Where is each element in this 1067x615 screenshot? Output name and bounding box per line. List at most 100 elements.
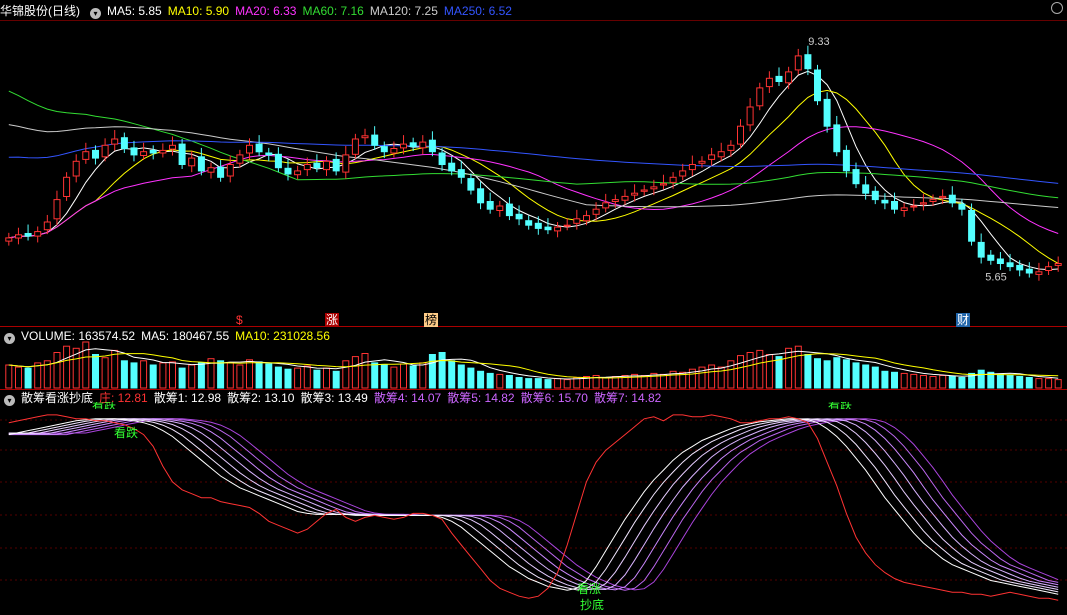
window-toggle-icon[interactable] [1051, 2, 1063, 14]
volume-bar [448, 360, 456, 389]
sanchou-line-3 [8, 418, 1059, 591]
volume-legend: ▾ VOLUME: 163574.52 MA5: 180467.55 MA10: 23… [0, 328, 336, 344]
volume-bar [82, 341, 90, 389]
candle-body [120, 137, 128, 150]
candle-body [871, 190, 879, 201]
candle-body [996, 258, 1004, 264]
price-low-label: 5.65 [985, 271, 1006, 283]
event-tag-bang[interactable]: 榜 [424, 313, 439, 327]
candle-body [274, 153, 282, 169]
volume-bar [939, 375, 947, 389]
volume-bar [862, 364, 870, 389]
ma-line-ma250 [8, 140, 1059, 184]
candle-body [72, 160, 80, 177]
stock-period: (日线) [48, 4, 81, 18]
volume-bar [159, 362, 167, 389]
candle-body [563, 224, 571, 227]
candle-body [554, 226, 562, 232]
candle-body [717, 151, 725, 158]
volume-bar [977, 369, 985, 389]
volume-bar [111, 349, 119, 389]
candle-body [303, 164, 311, 171]
volume-bar [477, 370, 485, 389]
volume-bar [1054, 379, 1062, 389]
sanchou-line-1 [8, 418, 1059, 595]
volume-settings-icon[interactable]: ▾ [4, 333, 15, 344]
volume-bar [34, 362, 42, 389]
volume-bar [15, 366, 22, 389]
ma-legend-item-2: MA20: 6.33 [235, 4, 297, 18]
event-tag-zhang[interactable]: 涨 [325, 313, 340, 327]
volume-bar [996, 373, 1004, 389]
volume-bar [515, 377, 523, 389]
volume-bar [294, 367, 302, 389]
candle-body [833, 124, 841, 153]
candle-body [650, 186, 658, 190]
volume-bar [178, 367, 186, 389]
candle-body [371, 134, 379, 146]
candle-body [419, 141, 427, 149]
ma-legend-item-4: MA120: 7.25 [369, 4, 438, 18]
volume-bar [1006, 375, 1014, 389]
candle-body [737, 125, 744, 145]
candle-body [948, 194, 956, 204]
candle-body [525, 220, 533, 226]
candles [5, 45, 1062, 281]
candle-body [149, 149, 157, 154]
volume-bar [823, 360, 831, 389]
candle-body [53, 199, 61, 220]
candle-body [169, 144, 176, 150]
volume-bar [958, 377, 966, 389]
volume-bar [226, 362, 234, 389]
event-tag-cai[interactable]: 财 [956, 313, 971, 327]
candle-body [660, 183, 667, 186]
signal-bottom-buy: 抄底 [580, 598, 605, 612]
indicator-settings-icon[interactable]: ▾ [4, 395, 15, 406]
candle-body [92, 149, 99, 159]
volume-bar [255, 361, 263, 389]
volume-bar [332, 370, 340, 389]
candle-body [217, 166, 225, 178]
candle-body [284, 167, 292, 175]
volume-bar [775, 356, 783, 389]
candle-body [727, 144, 735, 151]
candle-body [140, 151, 148, 156]
candle-body [111, 138, 119, 145]
indicator-legend-items: 庄: 12.81 散筹1: 12.98 散筹2: 13.10 散筹3: 13.49 散筹… [99, 391, 667, 405]
candle-body [477, 188, 485, 204]
ma-lines [8, 70, 1059, 271]
indicator-legend-item-6: 散筹6: 15.70 [520, 391, 588, 405]
candle-body [573, 218, 581, 224]
candle-body [900, 207, 908, 211]
volume-bar [554, 378, 562, 389]
volume-legend-item-0: VOLUME: 163574.52 [21, 329, 136, 343]
candle-body [842, 149, 850, 172]
event-tag-dollar[interactable]: $ [236, 313, 243, 327]
ma-line-ma20 [8, 126, 1059, 239]
volume-bar [313, 369, 321, 389]
candle-body [583, 215, 590, 222]
candle-body [814, 69, 821, 102]
volume-legend-item-1: MA5: 180467.55 [141, 329, 230, 343]
volume-bar [438, 352, 446, 389]
stock-name: 华锦股份 [0, 4, 49, 18]
candle-body [409, 142, 417, 148]
indicator-legend-item-4: 散筹4: 14.07 [373, 391, 442, 405]
sanchou-line-2 [8, 418, 1059, 593]
indicator-lines [8, 414, 1059, 601]
volume-bar [881, 370, 889, 389]
candle-body [351, 138, 359, 155]
candle-body [977, 241, 985, 258]
candle-body [101, 144, 109, 158]
candle-body [332, 158, 340, 172]
volume-bar [130, 362, 138, 389]
volume-bar [342, 360, 350, 389]
price-high-label: 9.33 [808, 36, 829, 48]
volume-bar [871, 366, 879, 389]
candle-body [457, 169, 465, 178]
kline-chart[interactable]: 9.33 5.65 [0, 0, 1067, 615]
signal-top-left-cut: 看跌 [92, 402, 117, 409]
volume-bar [602, 377, 610, 389]
settings-circle-icon[interactable]: ▾ [90, 8, 102, 19]
candle-body [891, 201, 898, 210]
